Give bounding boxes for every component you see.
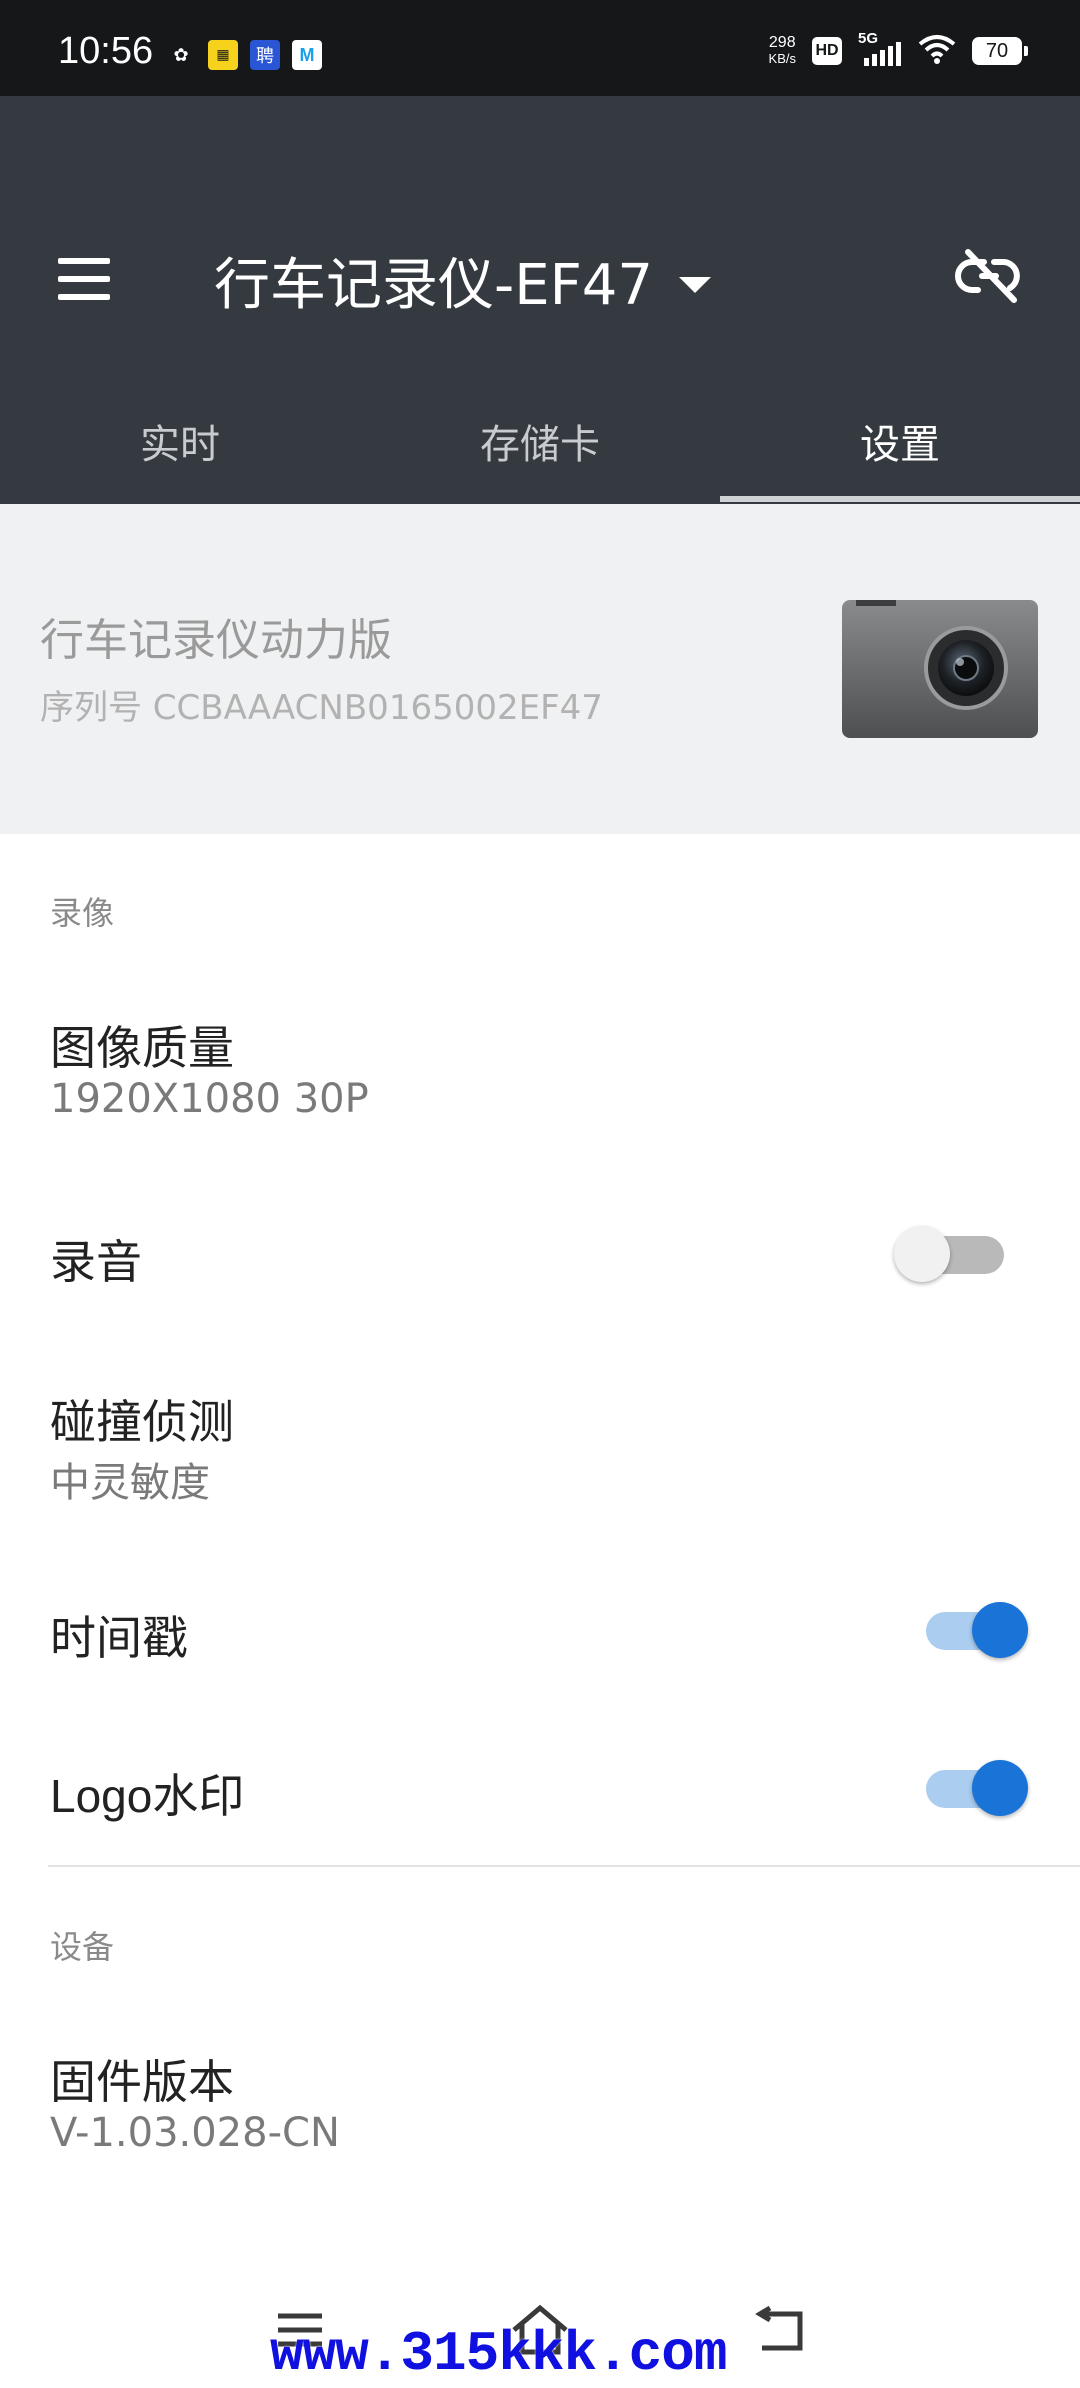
- tab-live-label: 实时: [140, 422, 220, 468]
- firmware-title: 固件版本: [50, 2055, 234, 2109]
- battery-icon: 70: [972, 37, 1028, 65]
- collision-value: 中灵敏度: [50, 1460, 210, 1506]
- status-bar: 10:56 ✿ ▦ 聘 M 298 KB/s HD 5G 70: [0, 0, 1080, 96]
- timestamp-title: 时间戳: [50, 1611, 188, 1665]
- section-header-recording: 录像: [50, 894, 115, 932]
- tab-bar: 实时 存储卡 设置: [0, 382, 1080, 504]
- tab-settings[interactable]: 设置: [720, 382, 1080, 500]
- wechat-icon: ✿: [173, 44, 189, 66]
- site-watermark: www.315kkk.com: [270, 2322, 727, 2386]
- recruit-icon: 聘: [250, 40, 280, 70]
- caret-down-icon: [679, 276, 712, 293]
- tab-indicator: [720, 496, 1080, 502]
- audio-title: 录音: [50, 1235, 142, 1289]
- network-speed-value: 298: [768, 34, 796, 51]
- mtime-icon: ▦: [208, 40, 238, 70]
- menu-icon[interactable]: [54, 254, 114, 304]
- status-app-icons: ✿ ▦ 聘 M: [166, 40, 322, 70]
- audio-toggle-knob: [894, 1226, 950, 1282]
- tab-storage[interactable]: 存储卡: [360, 382, 720, 500]
- hd-icon: HD: [812, 37, 842, 65]
- setting-firmware[interactable]: 固件版本 V-1.03.028-CN: [0, 2034, 1080, 2174]
- back-icon[interactable]: [740, 2300, 820, 2360]
- logo-watermark-toggle[interactable]: [918, 1760, 1028, 1816]
- device-card: 行车记录仪动力版 序列号 CCBAAACNB0165002EF47: [0, 504, 1080, 834]
- logo-watermark-title: Logo水印: [50, 1770, 245, 1822]
- image-quality-value: 1920X1080 30P: [50, 1076, 369, 1122]
- network-speed-unit: KB/s: [768, 51, 796, 66]
- collision-title: 碰撞侦测: [50, 1395, 234, 1449]
- unlink-icon[interactable]: [954, 242, 1024, 312]
- section-header-device: 设备: [50, 1928, 115, 1966]
- setting-image-quality[interactable]: 图像质量 1920X1080 30P: [0, 1000, 1080, 1140]
- timestamp-toggle[interactable]: [918, 1602, 1028, 1658]
- device-name: 行车记录仪动力版: [40, 615, 392, 666]
- app-bar: 行车记录仪-EF47 实时 存储卡 设置: [0, 96, 1080, 504]
- status-time: 10:56: [58, 30, 154, 72]
- setting-audio[interactable]: 录音: [0, 1210, 1080, 1300]
- tab-storage-label: 存储卡: [480, 422, 600, 468]
- image-quality-title: 图像质量: [50, 1021, 234, 1075]
- audio-toggle[interactable]: [894, 1226, 1014, 1282]
- m-app-icon: M: [292, 40, 322, 70]
- timestamp-toggle-knob: [972, 1602, 1028, 1658]
- device-selector[interactable]: 行车记录仪-EF47: [214, 240, 712, 321]
- setting-logo-watermark[interactable]: Logo水印: [0, 1744, 1080, 1834]
- setting-collision[interactable]: 碰撞侦测 中灵敏度: [0, 1374, 1080, 1514]
- network-speed: 298 KB/s: [769, 35, 796, 67]
- device-serial: 序列号 CCBAAACNB0165002EF47: [40, 688, 603, 728]
- tab-settings-label: 设置: [860, 422, 940, 468]
- logo-watermark-toggle-knob: [972, 1760, 1028, 1816]
- wifi-icon: [918, 34, 956, 68]
- status-indicators: 298 KB/s HD 5G 70: [769, 30, 1028, 68]
- tab-live[interactable]: 实时: [0, 382, 360, 500]
- signal-icon: 5G: [858, 30, 902, 66]
- app-title: 行车记录仪-EF47: [214, 253, 654, 318]
- dashcam-image: [842, 600, 1038, 738]
- setting-timestamp[interactable]: 时间戳: [0, 1586, 1080, 1676]
- firmware-value: V-1.03.028-CN: [50, 2110, 340, 2156]
- section-divider: [48, 1865, 1080, 1867]
